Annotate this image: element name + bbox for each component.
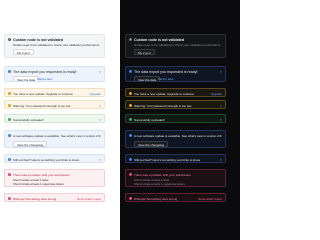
view-changelog-button[interactable]: View the changelog	[13, 141, 48, 147]
alert-software-update: i A new software update is available. Se…	[125, 130, 226, 148]
alert-puzzled: i Still puzzled? Here's something you'd …	[4, 154, 105, 163]
info-icon: i	[8, 91, 12, 95]
alert-title: Custom node is not validated	[134, 38, 185, 42]
close-icon[interactable]: ×	[99, 103, 101, 108]
alert-title: Warning: Your password strength is too l…	[13, 103, 71, 108]
alert-neutral: i Custom node is not validated Nodes nee…	[125, 34, 226, 58]
alert-title: Successfully uploaded!	[13, 117, 44, 122]
close-icon[interactable]: ×	[99, 117, 101, 122]
alert-update: i You have a new update: Upgrade to cont…	[4, 88, 105, 97]
error-icon: ×	[129, 196, 133, 200]
alert-title: Custom node is not validated	[13, 38, 64, 42]
info-icon: i	[8, 157, 12, 161]
alert-crash: × Whoops! Something went wrong Send cras…	[4, 193, 105, 202]
close-icon[interactable]: ×	[220, 157, 222, 162]
error-line: Short Include at least 1 uppercase lette…	[134, 182, 185, 186]
close-icon[interactable]: ×	[99, 70, 101, 74]
error-icon: ×	[8, 196, 12, 200]
alert-title: There was a problem with your submission	[13, 173, 70, 177]
alert-crash: × Whoops! Something went wrong Send cras…	[125, 193, 226, 202]
got-it-button[interactable]: My 2 go it	[13, 49, 35, 55]
close-icon[interactable]: ×	[220, 117, 222, 122]
alert-info-export: i The data export you requested is ready…	[125, 66, 226, 82]
alert-submission-error: × There was a problem with your submissi…	[125, 169, 226, 187]
check-icon: ✓	[129, 117, 133, 121]
close-icon[interactable]: ×	[220, 70, 222, 74]
info-icon: i	[8, 134, 12, 138]
alert-title: The data export you requested is ready!	[13, 70, 77, 74]
got-it-button[interactable]: My 2 go it	[134, 49, 156, 55]
alert-update: i You have a new update: Upgrade to cont…	[125, 88, 226, 97]
alert-title: Whoops! Something went wrong	[134, 196, 178, 201]
alert-title: Successfully uploaded!	[134, 117, 165, 122]
info-icon: i	[129, 38, 133, 42]
alert-title: Still puzzled? Here's something you'd li…	[13, 157, 80, 162]
maybe-later-button[interactable]: Maybe later	[155, 76, 177, 82]
close-icon[interactable]: ×	[220, 103, 222, 108]
error-line: Short Include at least 1 uppercase lette…	[13, 182, 64, 186]
alert-subtitle: Nodes need to be validated to check your…	[134, 43, 221, 47]
view-changelog-button[interactable]: View the changelog	[134, 141, 169, 147]
dark-theme-panel: i Custom node is not validated Nodes nee…	[120, 0, 240, 240]
alert-title: There was a problem with your submission	[134, 173, 191, 177]
info-icon: i	[8, 70, 12, 74]
alert-title: A new software update is available. See …	[13, 134, 101, 138]
maybe-later-button[interactable]: Maybe later	[34, 76, 56, 82]
alert-title: Warning: Your password strength is too l…	[134, 103, 192, 108]
alert-title: You have a new update: Upgrade to contin…	[13, 91, 73, 96]
alert-title: Still puzzled? Here's something you'd li…	[134, 157, 201, 162]
info-icon: i	[129, 157, 133, 161]
info-icon: i	[8, 38, 12, 42]
alert-subtitle: Nodes need to be validated to check your…	[13, 43, 100, 47]
alert-warning: ! Warning: Your password strength is too…	[125, 100, 226, 109]
error-icon: ×	[8, 173, 12, 177]
alert-software-update: i A new software update is available. Se…	[4, 130, 105, 148]
upgrade-link[interactable]: Upgrade	[210, 92, 222, 96]
send-crash-report-link[interactable]: Send crash report	[198, 197, 222, 201]
check-icon: ✓	[8, 117, 12, 121]
error-icon: ×	[129, 173, 133, 177]
send-crash-report-link[interactable]: Send crash report	[77, 197, 101, 201]
alert-neutral: i Custom node is not validated Nodes nee…	[4, 34, 105, 58]
close-icon[interactable]: ×	[99, 134, 101, 138]
alert-title: The data export you requested is ready!	[134, 70, 198, 74]
alert-success: ✓ Successfully uploaded! ×	[4, 114, 105, 123]
light-theme-panel: i Custom node is not validated Nodes nee…	[0, 0, 120, 240]
alert-submission-error: × There was a problem with your submissi…	[4, 169, 105, 187]
upgrade-link[interactable]: Upgrade	[89, 92, 101, 96]
alert-title: You have a new update: Upgrade to contin…	[134, 91, 194, 96]
alert-title: A new software update is available. See …	[134, 134, 222, 138]
close-icon[interactable]: ×	[99, 157, 101, 162]
alert-success: ✓ Successfully uploaded! ×	[125, 114, 226, 123]
info-icon: i	[129, 70, 133, 74]
close-icon[interactable]: ×	[220, 134, 222, 138]
alert-puzzled: i Still puzzled? Here's something you'd …	[125, 154, 226, 163]
alert-info-export: i The data export you requested is ready…	[4, 66, 105, 82]
warning-icon: !	[8, 103, 12, 107]
info-icon: i	[129, 134, 133, 138]
alert-title: Whoops! Something went wrong	[13, 196, 57, 201]
alert-warning: ! Warning: Your password strength is too…	[4, 100, 105, 109]
warning-icon: !	[129, 103, 133, 107]
info-icon: i	[129, 91, 133, 95]
